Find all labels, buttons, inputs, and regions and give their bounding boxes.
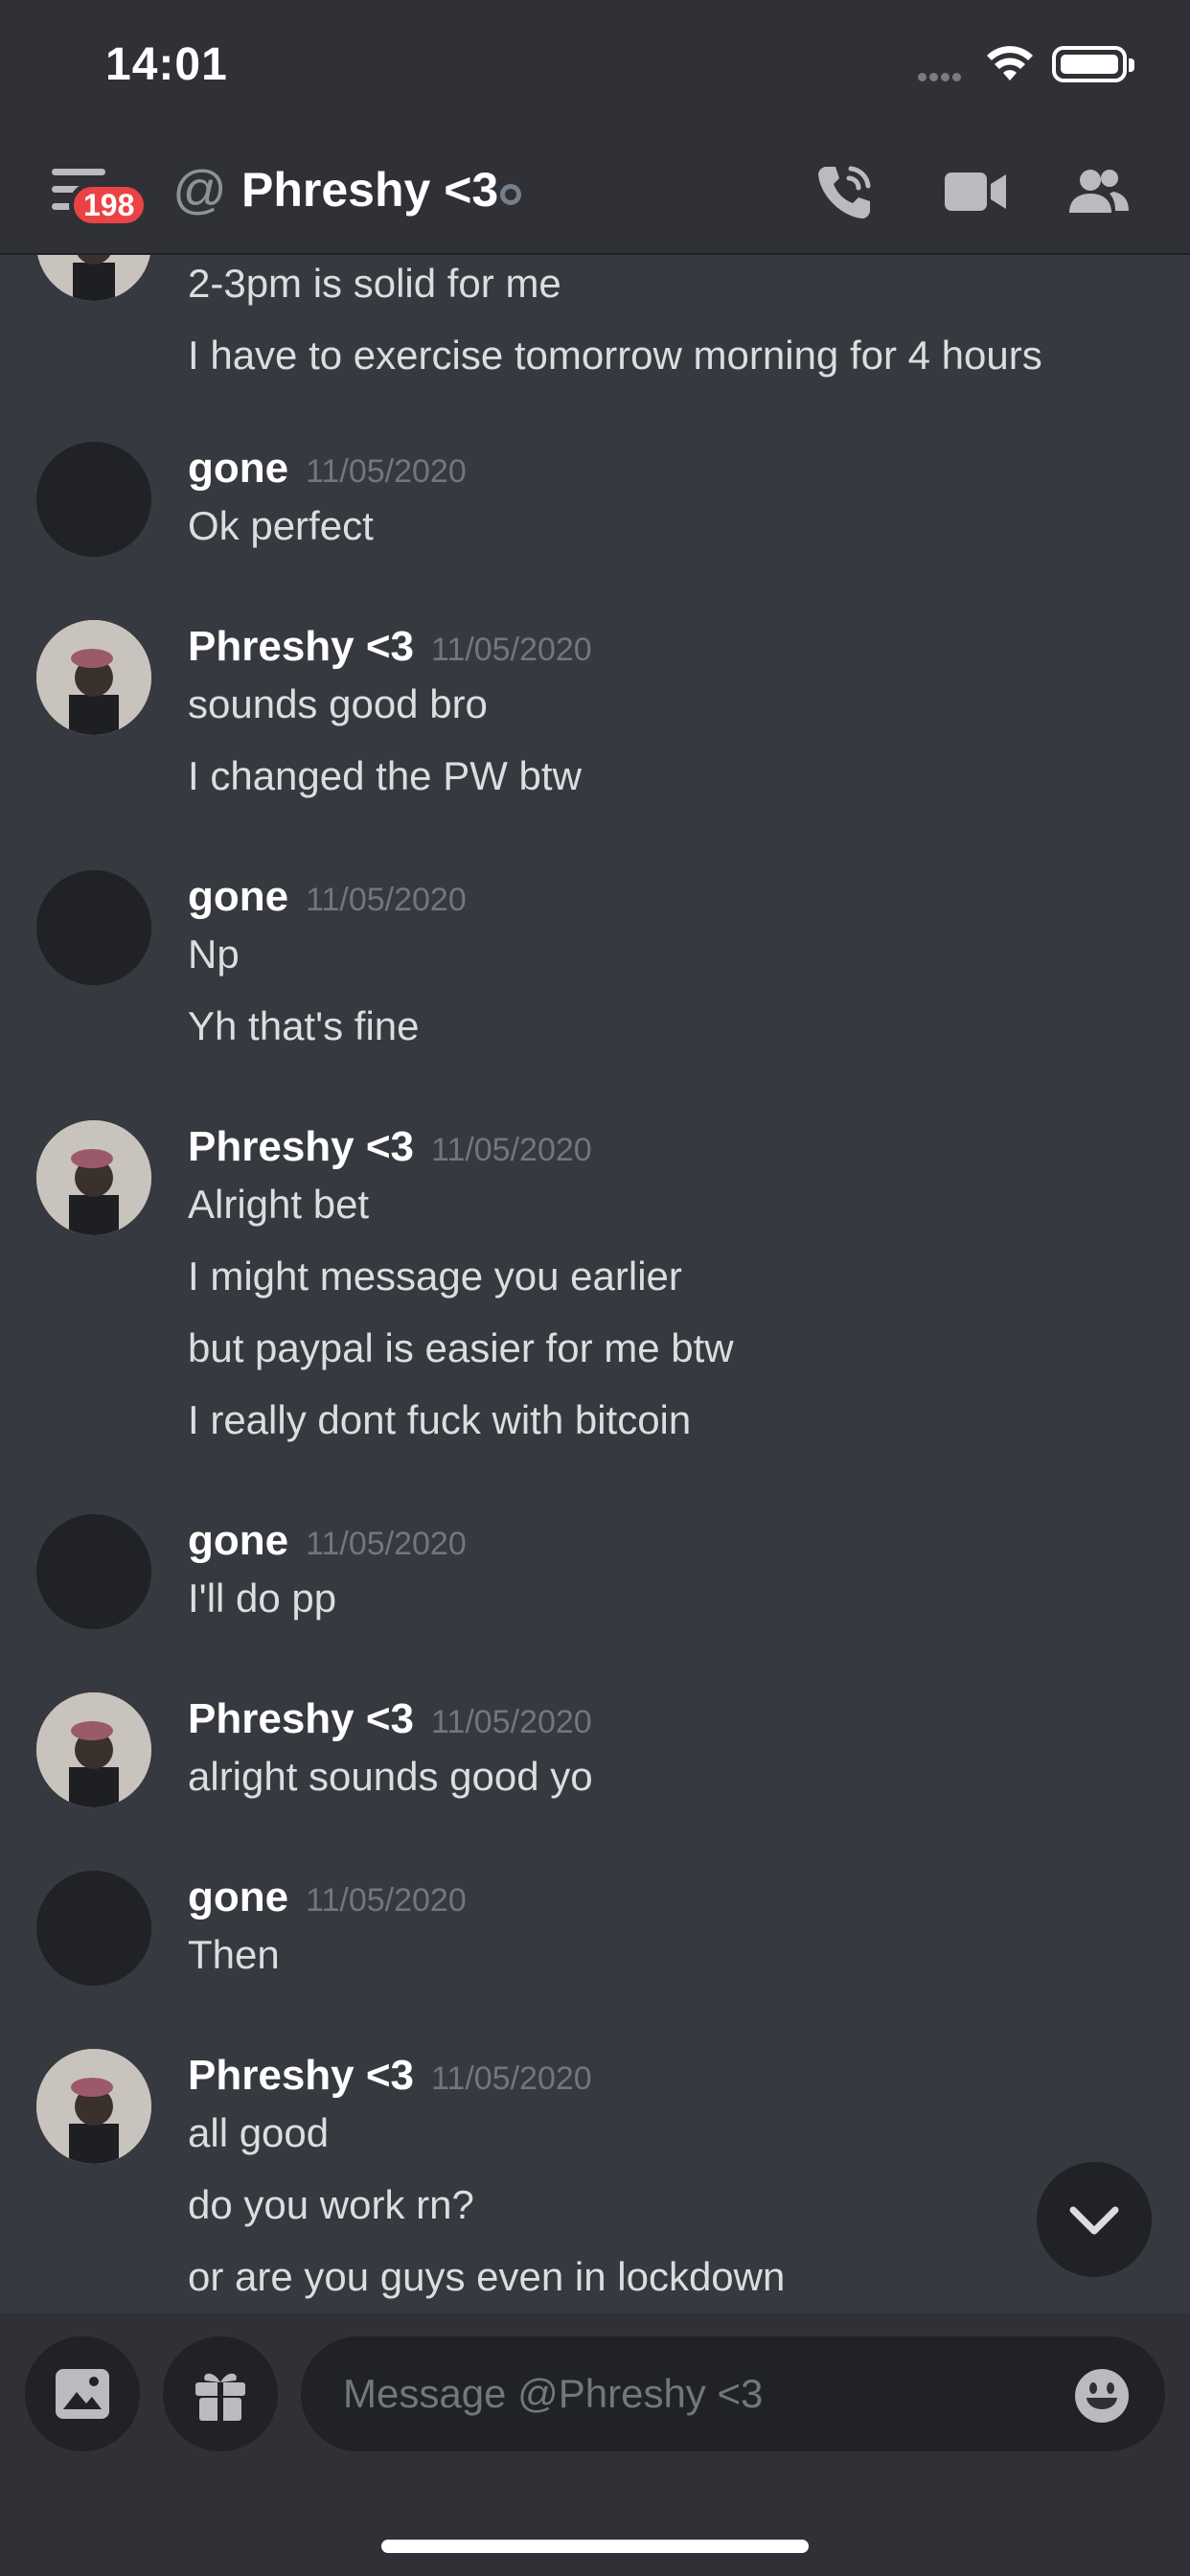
message-text: Alright bet xyxy=(188,1182,370,1227)
message-timestamp: 11/05/2020 xyxy=(431,632,592,668)
emoji-icon[interactable] xyxy=(1073,2367,1131,2425)
call-icon[interactable] xyxy=(812,159,878,224)
message-text: I really dont fuck with bitcoin xyxy=(188,1397,692,1442)
video-icon[interactable] xyxy=(943,159,1008,224)
message-author[interactable]: Phreshy <3 11/05/2020 xyxy=(188,620,592,677)
user-avatar[interactable] xyxy=(36,1514,151,1629)
message-text: I changed the PW btw xyxy=(188,753,582,798)
user-avatar[interactable] xyxy=(36,870,151,985)
cellular-signal-icon xyxy=(918,69,964,86)
message-author[interactable]: gone 11/05/2020 xyxy=(188,1514,467,1571)
message-timestamp: 11/05/2020 xyxy=(431,2060,592,2097)
user-avatar[interactable] xyxy=(36,1120,151,1235)
message-text: I'll do pp xyxy=(188,1576,337,1621)
message-list[interactable]: 2-3pm is solid for me I have to exercise… xyxy=(0,255,1190,2313)
at-icon: @ xyxy=(172,159,227,219)
scroll-to-bottom-button[interactable] xyxy=(1037,2162,1152,2277)
message-text: sounds good bro xyxy=(188,681,488,726)
message-text: I might message you earlier xyxy=(188,1254,682,1299)
message-author[interactable]: Phreshy <3 11/05/2020 xyxy=(188,1692,592,1749)
message-timestamp: 11/05/2020 xyxy=(431,1704,592,1740)
message-timestamp: 11/05/2020 xyxy=(306,1526,467,1562)
message-text: I have to exercise tomorrow morning for … xyxy=(188,333,1042,378)
battery-icon xyxy=(1052,46,1134,82)
message-text: 2-3pm is solid for me xyxy=(188,261,561,306)
status-time: 14:01 xyxy=(105,39,228,90)
message-text: Yh that's fine xyxy=(188,1003,420,1048)
message-author[interactable]: Phreshy <3 11/05/2020 xyxy=(188,1120,592,1177)
message-timestamp: 11/05/2020 xyxy=(306,882,467,918)
user-avatar[interactable] xyxy=(36,255,151,301)
message-text: Ok perfect xyxy=(188,503,374,548)
message-text: alright sounds good yo xyxy=(188,1754,593,1799)
gift-button[interactable] xyxy=(163,2336,278,2451)
message-author[interactable]: Phreshy <3 11/05/2020 xyxy=(188,2049,592,2105)
chevron-down-icon xyxy=(1069,2206,1119,2235)
members-icon[interactable] xyxy=(1065,159,1131,224)
status-bar: 14:01 xyxy=(0,0,1190,126)
user-avatar[interactable] xyxy=(36,1871,151,1986)
message-text: Np xyxy=(188,932,240,977)
user-avatar[interactable] xyxy=(36,2049,151,2164)
message-text: but paypal is easier for me btw xyxy=(188,1325,734,1370)
wifi-icon xyxy=(987,46,1033,80)
message-timestamp: 11/05/2020 xyxy=(306,1882,467,1919)
unread-badge: 198 xyxy=(69,182,149,228)
user-avatar[interactable] xyxy=(36,1692,151,1807)
message-author[interactable]: gone 11/05/2020 xyxy=(188,870,467,927)
gift-icon xyxy=(195,2373,245,2421)
message-input[interactable] xyxy=(301,2336,1165,2451)
message-author[interactable]: gone 11/05/2020 xyxy=(188,442,467,498)
offline-status-icon xyxy=(500,184,521,205)
message-text: Then xyxy=(188,1932,280,1977)
message-timestamp: 11/05/2020 xyxy=(306,453,467,490)
app-root: 14:01 198 @ Phreshy <3 2-3pm is solid fo… xyxy=(0,0,1190,2576)
upload-image-button[interactable] xyxy=(25,2336,140,2451)
image-icon xyxy=(56,2369,109,2419)
home-indicator[interactable] xyxy=(381,2540,809,2553)
chat-header: 198 @ Phreshy <3 xyxy=(0,126,1190,255)
user-avatar[interactable] xyxy=(36,442,151,557)
page-title[interactable]: Phreshy <3 xyxy=(241,159,498,220)
user-avatar[interactable] xyxy=(36,620,151,735)
message-text: or are you guys even in lockdown xyxy=(188,2254,786,2299)
message-composer xyxy=(0,2313,1190,2576)
message-timestamp: 11/05/2020 xyxy=(431,1132,592,1168)
message-text: all good xyxy=(188,2110,330,2155)
message-author[interactable]: gone 11/05/2020 xyxy=(188,1871,467,1927)
message-text: do you work rn? xyxy=(188,2182,474,2227)
